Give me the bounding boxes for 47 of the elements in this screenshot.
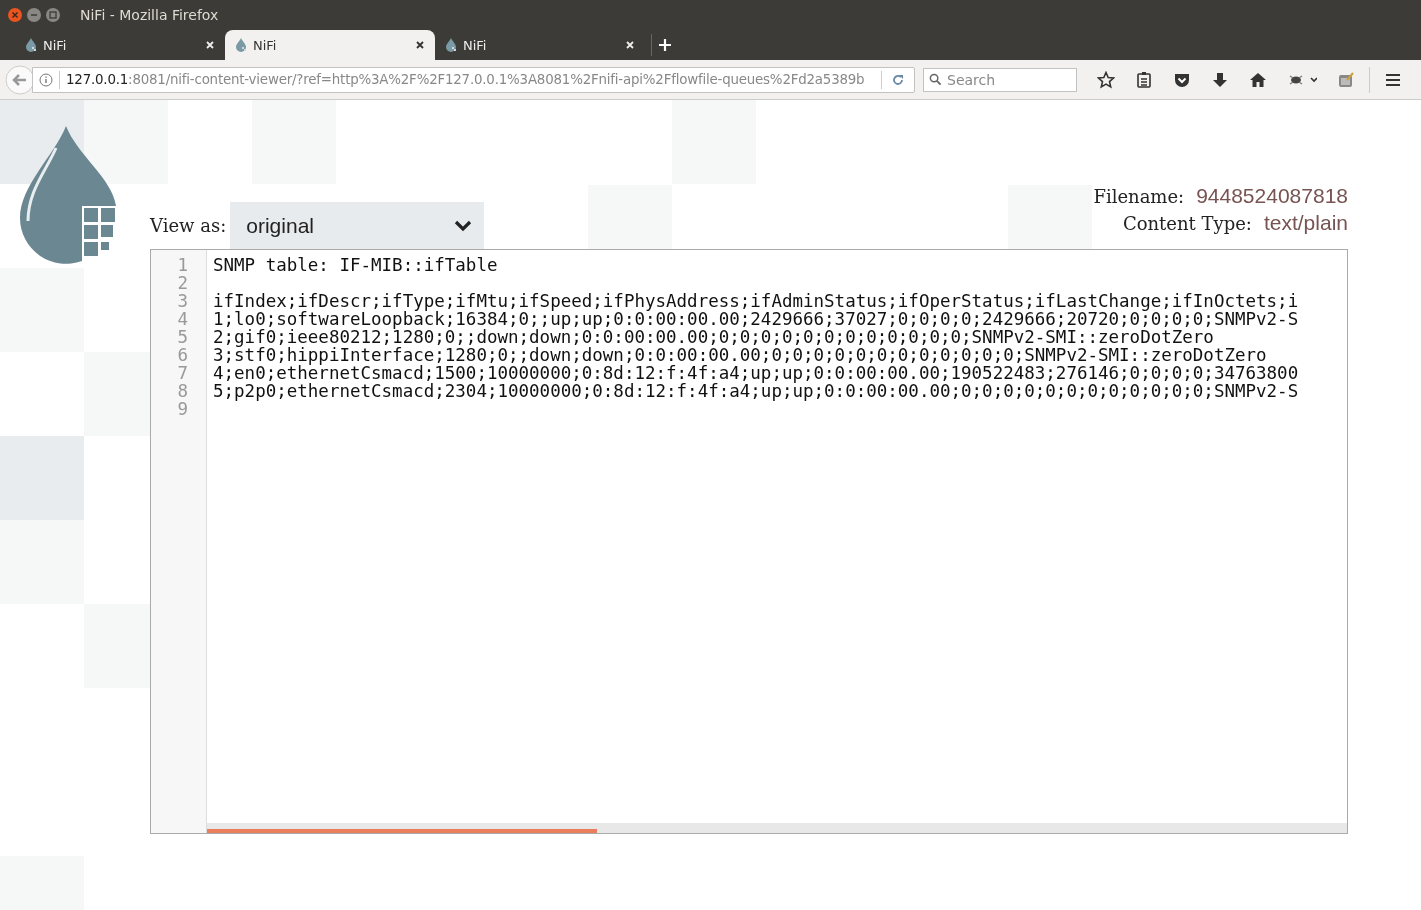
url-text: 127.0.0.1:8081/nifi-content-viewer/?ref=http%3A%2F%2F127.0.0.1%3A8081%2Fnifi-api%2Fflowfile-queues%2Fd2a5389b	[66, 72, 866, 87]
line-number: 2	[177, 274, 188, 292]
minimize-icon[interactable]	[26, 7, 42, 23]
home-icon[interactable]	[1249, 70, 1267, 89]
reload-icon[interactable]	[891, 72, 905, 87]
line-number: 6	[177, 346, 188, 364]
download-icon[interactable]	[1211, 70, 1229, 89]
line-number: 1	[177, 256, 188, 274]
horizontal-scrollbar[interactable]	[207, 823, 1347, 833]
code-line: 3;stf0;hippiInterface;1280;0;;down;down;0:0:00:00.00;0;0;0;0;0;0;0;0;0;0;0;0;SNMPv2-SMI::zeroDotZero	[213, 345, 1267, 365]
browser-tab[interactable]: NiFi	[15, 30, 225, 60]
line-number: 3	[177, 292, 188, 310]
info-label: Filename:	[1093, 185, 1185, 209]
code-line: 2;gif0;ieee80212;1280;0;;down;down;0:0:00:00.00;0;0;0;0;0;0;0;0;0;0;0;0;SNMPv2-SMI::zeroDotZero	[213, 327, 1214, 347]
drop-icon	[25, 38, 37, 52]
view-as-label: View as:	[150, 215, 227, 236]
address-field[interactable]: 127.0.0.1:8081/nifi-content-viewer/?ref=http%3A%2F%2F127.0.0.1%3A8081%2Fnifi-api%2Fflowfile-queues%2Fd2a5389b	[32, 66, 915, 93]
plus-icon[interactable]	[658, 38, 672, 52]
browser-tab[interactable]: NiFi	[225, 30, 435, 60]
search-field[interactable]: Search	[923, 67, 1077, 92]
chevron-down-icon	[454, 219, 473, 232]
notepad-icon[interactable]	[1337, 70, 1355, 89]
code-line: ifIndex;ifDescr;ifType;ifMtu;ifSpeed;ifPhysAddress;ifAdminStatus;ifOperStatus;ifLastChange;ifInOctets;i	[213, 291, 1299, 311]
line-number: 9	[177, 400, 188, 418]
info-value: text/plain	[1263, 210, 1348, 236]
line-number: 5	[177, 328, 188, 346]
close-icon[interactable]	[415, 40, 425, 50]
scrollbar-thumb[interactable]	[207, 829, 597, 833]
maximize-icon[interactable]	[45, 7, 61, 23]
reading-list-icon[interactable]	[1135, 70, 1153, 89]
view-as-dropdown[interactable]: original	[230, 202, 485, 249]
search-icon	[929, 72, 942, 86]
line-number: 4	[177, 310, 188, 328]
code-line: 5;p2p0;ethernetCsmacd;2304;10000000;0:8d:12:f:4f:a4;up;up;0:0:00:00.00;0;0;0;0;0;0;0;0;0;0;0;0;SNMPv2-S	[213, 381, 1299, 401]
drop-icon	[235, 38, 247, 52]
browser-tab[interactable]: NiFi	[435, 30, 645, 60]
info-value: 9448524087818	[1196, 183, 1348, 209]
window-title: NiFi - Mozilla Firefox	[80, 7, 219, 23]
code-line: 4;en0;ethernetCsmacd;1500;10000000;0:8d:12:f:4f:a4;up;up;0:0:00:00.00;190522483;276146;0;0;0;0;34763800	[213, 363, 1299, 383]
line-number: 8	[177, 382, 188, 400]
info-icon[interactable]	[39, 72, 53, 87]
star-icon[interactable]	[1097, 70, 1115, 89]
code-line: SNMP table: IF-MIB::ifTable	[213, 255, 498, 275]
info-label: Content Type:	[1122, 212, 1252, 236]
code-line: 1;lo0;softwareLoopback;16384;0;;up;up;0:0:00:00.00;2429666;37027;0;0;0;0;2429666;20720;0;0;0;0;SNMPv2-S	[213, 309, 1299, 329]
drop-icon	[445, 38, 457, 52]
line-number: 7	[177, 364, 188, 382]
